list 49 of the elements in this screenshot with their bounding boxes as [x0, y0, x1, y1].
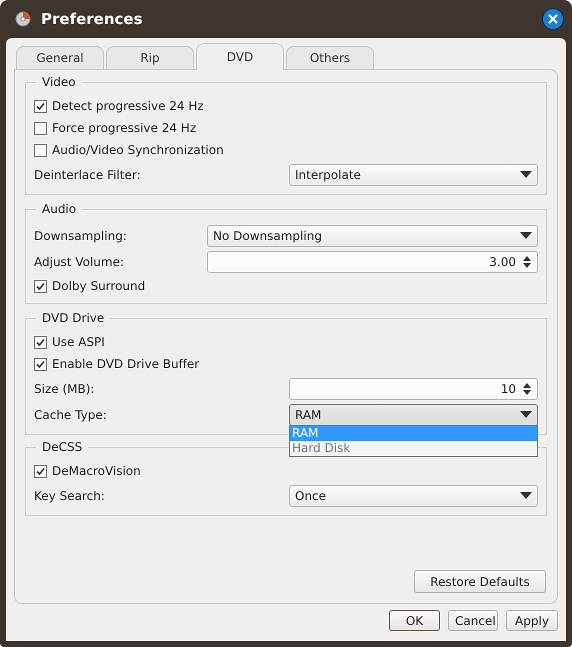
caret-icon: [520, 232, 532, 239]
checkbox-label: Use ASPI: [52, 335, 105, 349]
checkbox[interactable]: [34, 100, 47, 112]
field-label: Key Search:: [34, 488, 106, 502]
field-label: Cache Type:: [34, 408, 108, 422]
tab[interactable]: Others: [286, 46, 374, 69]
field-label: Size (MB):: [34, 382, 96, 396]
dialog-button[interactable]: Cancel: [448, 610, 498, 631]
group-title: DeCSS: [36, 440, 88, 454]
checkbox[interactable]: [34, 280, 47, 292]
field-label: Deinterlace Filter:: [34, 168, 142, 182]
group-title: Video: [36, 75, 82, 89]
checkbox[interactable]: [34, 336, 47, 348]
checkbox[interactable]: [34, 122, 47, 134]
checkbox-label: DeMacroVision: [52, 464, 141, 478]
close-button[interactable]: [542, 8, 564, 30]
group-title: Audio: [36, 202, 82, 216]
checkbox[interactable]: [34, 358, 47, 370]
caret-icon: [520, 171, 532, 178]
field-label: Downsampling:: [34, 228, 128, 242]
checkbox-label: Force progressive 24 Hz: [52, 121, 196, 135]
dialog-button[interactable]: Apply: [506, 610, 558, 631]
caret-icon: [520, 492, 532, 499]
spin-arrows-icon: [522, 382, 532, 396]
tab[interactable]: General: [16, 46, 104, 69]
restore-defaults-button[interactable]: Restore Defaults: [414, 570, 546, 593]
dropdown-option[interactable]: Hard Disk: [290, 440, 537, 456]
spin-arrows-icon: [522, 254, 532, 268]
window-title: Preferences: [41, 10, 144, 28]
dropdown[interactable]: No Downsampling: [207, 224, 538, 246]
dropdown[interactable]: Once: [289, 484, 538, 506]
checkbox[interactable]: [34, 464, 47, 478]
checkbox[interactable]: [34, 144, 47, 156]
dropdown[interactable]: Interpolate: [289, 164, 538, 186]
checkbox-label: Enable DVD Drive Buffer: [52, 357, 200, 371]
checkbox-label: Detect progressive 24 Hz: [52, 99, 204, 113]
dropdown[interactable]: RAM: [289, 404, 538, 426]
checkbox-label: Dolby Surround: [52, 279, 146, 293]
group-title: DVD Drive: [36, 311, 110, 325]
checkbox-label: Audio/Video Synchronization: [52, 143, 224, 157]
caret-icon: [520, 411, 532, 418]
disc-icon: [15, 11, 31, 27]
field-label: Adjust Volume:: [34, 254, 125, 268]
spin-field[interactable]: 3.00: [207, 250, 538, 272]
tab[interactable]: DVD: [196, 43, 284, 70]
dialog-button[interactable]: OK: [389, 610, 440, 631]
tab[interactable]: Rip: [106, 46, 194, 69]
close-icon: [547, 13, 559, 25]
spin-field[interactable]: 10: [289, 378, 538, 400]
